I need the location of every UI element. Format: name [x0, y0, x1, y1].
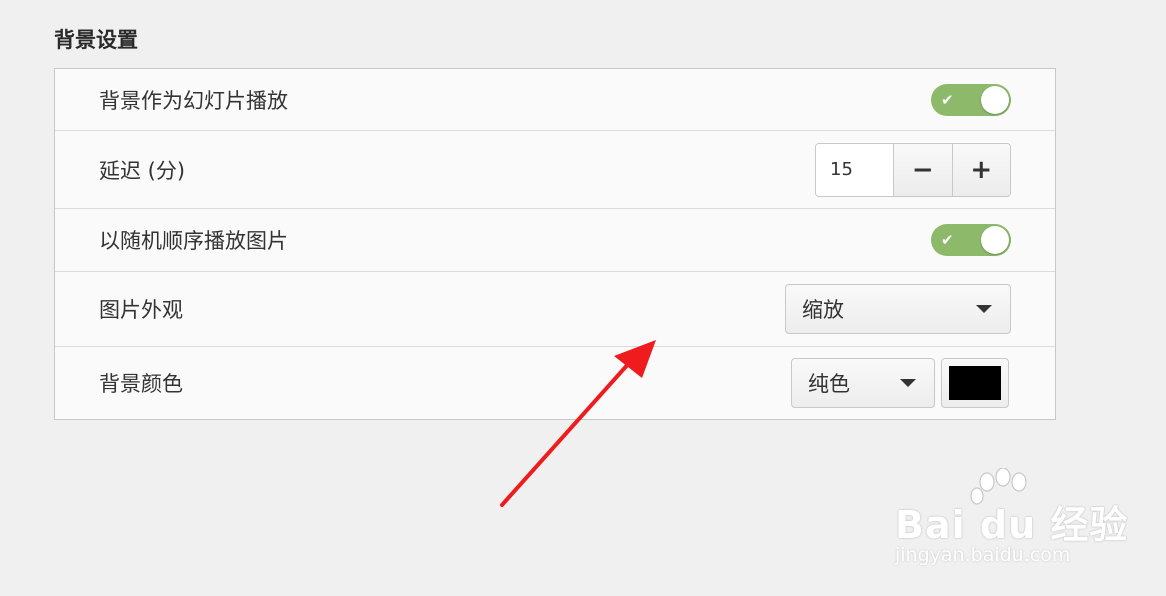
watermark-brand: Bai du 经验 [895, 503, 1129, 547]
settings-page: 背景设置 背景作为幻灯片播放 ✔ 延迟 (分) − + [0, 0, 1166, 596]
watermark-domain: jingyan.baidu.com [895, 544, 1071, 566]
watermark: Bai du 经验 jingyan.baidu.com [895, 468, 1127, 578]
